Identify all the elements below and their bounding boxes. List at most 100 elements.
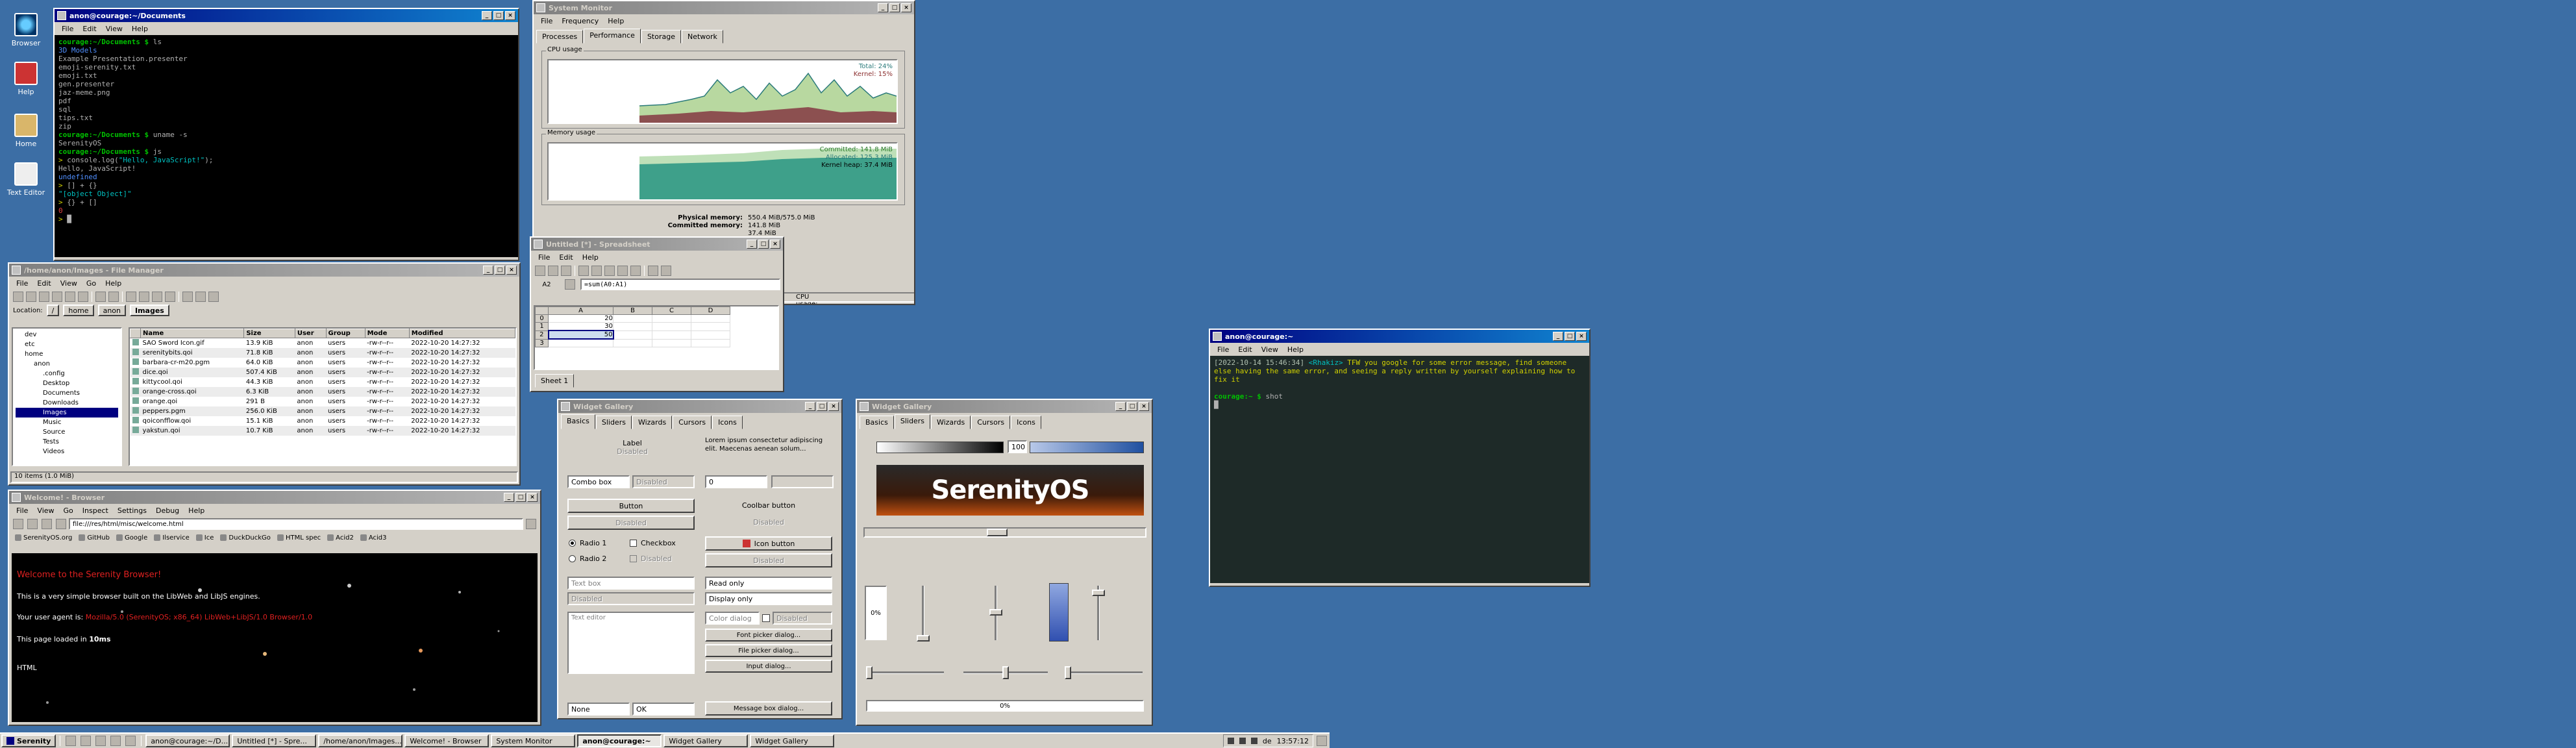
menu-inspect[interactable]: Inspect — [78, 506, 113, 515]
table-row[interactable]: serenitybits.qoi 71.8 KiB anon users -rw-r--… — [130, 348, 515, 358]
quick-launch-browser-icon[interactable] — [95, 736, 106, 746]
column-user[interactable]: User — [294, 329, 327, 338]
list-view-icon[interactable] — [195, 292, 206, 302]
menu-help[interactable]: Help — [101, 279, 126, 288]
color-dialog-input[interactable]: Color dialog — [705, 612, 760, 625]
paste-icon[interactable] — [604, 266, 615, 276]
icon-select[interactable]: None — [567, 703, 630, 716]
radio-2[interactable]: Radio 2 — [569, 555, 606, 563]
spin-box[interactable]: 0 — [705, 475, 767, 488]
icon-view-icon[interactable] — [182, 292, 193, 302]
network-icon[interactable] — [1227, 738, 1234, 744]
color-swatch[interactable] — [762, 614, 770, 622]
vertical-opacity-slider[interactable] — [1049, 583, 1069, 642]
forward-icon[interactable] — [26, 292, 36, 302]
selected-cell[interactable]: 50 — [547, 330, 614, 340]
column-header[interactable]: D — [691, 306, 730, 315]
menu-go[interactable]: Go — [59, 506, 78, 515]
menu-view[interactable]: View — [56, 279, 82, 288]
tab-cursors[interactable]: Cursors — [971, 416, 1011, 429]
menu-help[interactable]: Help — [184, 506, 209, 515]
table-view-icon[interactable] — [208, 292, 219, 302]
tab-processes[interactable]: Processes — [536, 30, 584, 44]
minimize-button[interactable]: _ — [747, 240, 757, 249]
column-size[interactable]: Size — [243, 329, 295, 338]
menu-help[interactable]: Help — [603, 17, 628, 25]
web-content[interactable]: Welcome to the Serenity Browser! This is… — [12, 553, 538, 722]
task-widget-gallery-1[interactable]: Widget Gallery — [663, 734, 749, 747]
tab-basics[interactable]: Basics — [561, 414, 595, 429]
tab-wizards[interactable]: Wizards — [632, 416, 673, 429]
menu-edit[interactable]: Edit — [1233, 345, 1256, 354]
close-button[interactable]: × — [506, 266, 517, 275]
bookmark-ilservice[interactable]: Ilservice — [151, 534, 193, 542]
maximize-button[interactable]: □ — [493, 11, 504, 20]
breadcrumb-images[interactable]: Images — [130, 305, 169, 316]
clock[interactable]: 13:57:12 — [1277, 737, 1309, 745]
tree-item[interactable]: home — [16, 349, 118, 359]
home-icon[interactable] — [52, 292, 62, 302]
menu-edit[interactable]: Edit — [32, 279, 55, 288]
task-system-monitor[interactable]: System Monitor — [491, 734, 576, 747]
menu-edit[interactable]: Edit — [78, 25, 101, 33]
row-header[interactable]: 1 — [535, 322, 549, 331]
quick-launch-file-manager-icon[interactable] — [80, 736, 92, 746]
back-icon[interactable] — [13, 292, 23, 302]
menu-file[interactable]: File — [1213, 345, 1233, 354]
tab-icons[interactable]: Icons — [1011, 416, 1041, 429]
column-modified[interactable]: Modified — [408, 329, 515, 338]
tab-icons[interactable]: Icons — [712, 416, 743, 429]
close-button[interactable]: × — [1576, 332, 1587, 341]
tree-item[interactable]: etc — [16, 340, 118, 349]
table-row[interactable]: barbara-cr-m20.pgm 64.0 KiB anon users -rw-r… — [130, 358, 515, 368]
titlebar[interactable]: Widget Gallery _ □ × — [857, 400, 1152, 413]
close-button[interactable]: × — [527, 493, 538, 502]
volume-icon[interactable] — [1250, 738, 1257, 744]
read-only-field[interactable]: Read only — [705, 577, 832, 590]
undo-icon[interactable] — [617, 266, 628, 276]
url-input[interactable]: file:///res/html/misc/welcome.html — [69, 518, 523, 530]
maximize-button[interactable]: □ — [1565, 332, 1575, 341]
menu-file[interactable]: File — [534, 253, 554, 262]
table-row[interactable]: yakstun.qoi 10.7 KiB anon users -rw-r--r-- 20… — [130, 426, 515, 436]
format-icon[interactable] — [648, 266, 658, 276]
save-icon[interactable] — [561, 266, 571, 276]
menu-file[interactable]: File — [536, 17, 557, 25]
tab-sliders[interactable]: Sliders — [595, 416, 632, 429]
titlebar[interactable]: Welcome! - Browser _ □ × — [9, 491, 540, 504]
table-row[interactable]: peppers.pgm 256.0 KiB anon users -rw-r--r-- 2… — [130, 406, 515, 416]
menu-view[interactable]: View — [101, 25, 127, 33]
back-icon[interactable] — [13, 519, 23, 529]
table-row[interactable]: qoiconfflow.qoi 15.1 KiB anon users -rw-r--r… — [130, 416, 515, 426]
horizontal-slider-thumb[interactable] — [1065, 666, 1071, 679]
close-button[interactable]: × — [901, 3, 911, 12]
icon-button[interactable]: Icon button — [705, 536, 832, 551]
minimize-button[interactable]: _ — [805, 402, 815, 411]
directory-tree[interactable]: dev etc home anon .config Desktop Docume… — [12, 327, 122, 466]
menu-file[interactable]: File — [12, 506, 32, 515]
bookmark-duckduckgo[interactable]: DuckDuckGo — [217, 534, 274, 542]
tree-item[interactable]: Videos — [16, 447, 118, 456]
home-icon[interactable] — [42, 519, 52, 529]
titlebar[interactable]: /home/anon/Images - File Manager _ □ × — [9, 264, 519, 277]
notification-icon[interactable] — [1317, 736, 1327, 746]
message-box-button[interactable]: Message box dialog... — [705, 701, 832, 716]
titlebar[interactable]: Untitled [*] - Spreadsheet _ □ × — [531, 238, 783, 251]
breadcrumb-root[interactable]: / — [46, 305, 60, 316]
terminal-output[interactable]: [2022-10-14 15:46:34] <Rhakiz> TFW you g… — [1210, 356, 1589, 583]
bookmark-github[interactable]: GitHub — [75, 534, 113, 542]
horizontal-slider-thumb[interactable] — [1002, 666, 1009, 679]
tree-item[interactable]: Downloads — [16, 398, 118, 408]
menu-help[interactable]: Help — [1283, 345, 1308, 354]
maximize-button[interactable]: □ — [495, 266, 505, 275]
reload-icon[interactable] — [56, 519, 66, 529]
tree-item[interactable]: Tests — [16, 437, 118, 447]
horizontal-slider-track[interactable] — [1065, 671, 1143, 674]
terminal-icon[interactable] — [78, 292, 88, 302]
new-folder-icon[interactable] — [95, 292, 106, 302]
formula-input[interactable]: =sum(A0:A1) — [580, 279, 780, 290]
cpu-graph-icon[interactable] — [1239, 738, 1246, 744]
copy-icon[interactable] — [591, 266, 602, 276]
breadcrumb-anon[interactable]: anon — [97, 305, 126, 316]
column-group[interactable]: Group — [325, 329, 365, 338]
